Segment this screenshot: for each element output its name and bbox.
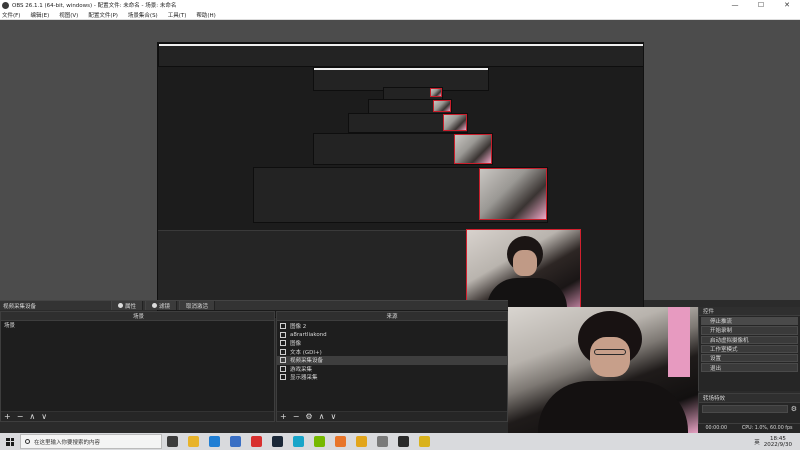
move-scene-up-button[interactable]: ∧ [29,412,35,421]
scenes-toolbar: + − ∧ ∨ [1,411,274,421]
control-button[interactable]: 启动虚拟摄像机 [701,335,798,344]
app-orange-icon[interactable] [335,436,346,447]
remove-scene-button[interactable]: − [17,412,24,421]
menu-tools[interactable]: 工具(T) [168,11,187,19]
source-item[interactable]: 文本 (GDI+) [277,348,507,357]
app-gray-icon[interactable] [377,436,388,447]
task-view-icon[interactable] [167,436,178,447]
nested-capture-1 [158,43,643,67]
control-button[interactable]: 设置 [701,354,798,363]
deactivate-button[interactable]: 取消激活 [179,301,216,310]
transitions-panel: 转场特效 ⚙ [698,393,800,423]
control-button[interactable]: 开始录制 [701,326,798,335]
window-titlebar: OBS 26.1.1 (64-bit, windows) - 配置文件: 未命名… [0,0,800,10]
clock[interactable]: 18:45 2022/9/30 [764,436,792,448]
app-cyan-icon[interactable] [293,436,304,447]
source-type-icon [280,323,286,330]
maximize-button[interactable]: ☐ [748,0,774,10]
filters-button[interactable]: 滤镜 [145,301,178,310]
obs-icon[interactable] [398,436,409,447]
source-type-icon [280,374,286,381]
status-bar: 00:00:00 CPU: 1.0%, 60.00 fps [698,423,800,433]
menu-file[interactable]: 文件(F) [2,11,20,19]
source-item[interactable]: a8rartliakond [277,331,507,340]
obs-logo-icon [2,1,9,9]
nested-capture-5 [348,113,468,133]
chrome-icon[interactable] [356,436,367,447]
controls-panel: 控件 停止推流 开始录制 启动虚拟摄像机 工作室模式 设置 退出 [698,307,800,391]
control-button[interactable]: 停止推流 [701,317,798,326]
source-item[interactable]: 显示器采集 [277,373,507,382]
gear-icon[interactable]: ⚙ [791,405,797,413]
start-button[interactable] [0,433,20,450]
app-yellow-icon[interactable] [419,436,430,447]
scenes-header: 场景 [132,314,144,320]
nested-capture-6 [313,133,493,165]
transition-select[interactable] [702,405,788,413]
source-type-icon [280,365,286,372]
menu-edit[interactable]: 编辑(E) [30,11,49,19]
store-icon[interactable] [230,436,241,447]
menu-view[interactable]: 视图(V) [59,11,78,19]
source-type-icon [280,340,286,347]
controls-header: 控件 [699,307,800,316]
filter-icon [152,303,158,308]
windows-taskbar: 在这里输入你要搜索的内容 英 18:45 2022/9/30 [0,433,800,450]
source-item[interactable]: 视频采集设备 [277,356,507,365]
move-source-down-button[interactable]: ∨ [330,412,336,421]
live-timer: 00:00:00 [705,426,727,431]
menu-scene-collection[interactable]: 场景集合(S) [128,11,158,19]
nvidia-icon[interactable] [314,436,325,447]
file-explorer-icon[interactable] [188,436,199,447]
move-scene-down-button[interactable]: ∨ [41,412,47,421]
weibo-icon[interactable] [251,436,262,447]
source-item[interactable]: 图像 2 [277,322,507,331]
sources-panel: 来源 图像 2 a8rartliakond 图像 文本 (GDI+) 视频采集设备 游戏采… [276,311,508,422]
menu-bar: 文件(F) 编辑(E) 视图(V) 配置文件(P) 场景集合(S) 工具(T) … [0,10,800,20]
scenes-panel: 场景 场景 + − ∧ ∨ [0,311,275,422]
minimize-button[interactable]: — [722,0,748,10]
sources-header: 来源 [277,312,507,321]
ime-indicator[interactable]: 英 [754,438,760,446]
add-scene-button[interactable]: + [4,412,11,421]
move-source-up-button[interactable]: ∧ [319,412,325,421]
sources-toolbar: + − ⚙ ∧ ∨ [277,411,507,421]
window-title: OBS 26.1.1 (64-bit, windows) - 配置文件: 未命名… [12,3,177,9]
source-type-icon [280,357,286,364]
system-tray: 英 18:45 2022/9/30 [754,436,800,448]
source-toolbar: 视频采集设备 属性 滤镜 取消激活 [0,300,508,310]
close-button[interactable]: ✕ [774,0,800,10]
source-type-icon [280,331,286,338]
nested-dock-area [158,230,466,308]
transitions-header: 转场特效 [699,394,800,403]
webcam-preview-panel [508,307,698,433]
edge-icon[interactable] [209,436,220,447]
properties-button[interactable]: 属性 [111,301,144,310]
remove-source-button[interactable]: − [293,412,300,421]
control-button[interactable]: 工作室模式 [701,344,798,354]
nested-capture-7 [253,167,548,223]
cpu-fps-readout: CPU: 1.0%, 60.00 fps [741,426,793,431]
preview-canvas[interactable] [157,42,644,318]
selected-source-name: 视频采集设备 [3,303,37,310]
scene-item[interactable]: 场景 [1,321,274,330]
search-icon [25,439,30,444]
sources-list: 图像 2 a8rartliakond 图像 文本 (GDI+) 视频采集设备 游戏采集 显示… [277,321,507,382]
windows-logo-icon [6,437,14,446]
gear-icon [118,303,123,308]
preview-area[interactable] [0,20,800,318]
menu-profile[interactable]: 配置文件(P) [88,11,118,19]
source-item[interactable]: 游戏采集 [277,365,507,374]
menu-help[interactable]: 帮助(H) [196,11,215,19]
control-button[interactable]: 退出 [701,363,798,372]
add-source-button[interactable]: + [280,412,287,421]
source-item[interactable]: 图像 [277,339,507,348]
source-properties-button[interactable]: ⚙ [305,412,312,421]
taskbar-search[interactable]: 在这里输入你要搜索的内容 [20,434,162,449]
steam-icon[interactable] [272,436,283,447]
source-type-icon [280,348,286,355]
